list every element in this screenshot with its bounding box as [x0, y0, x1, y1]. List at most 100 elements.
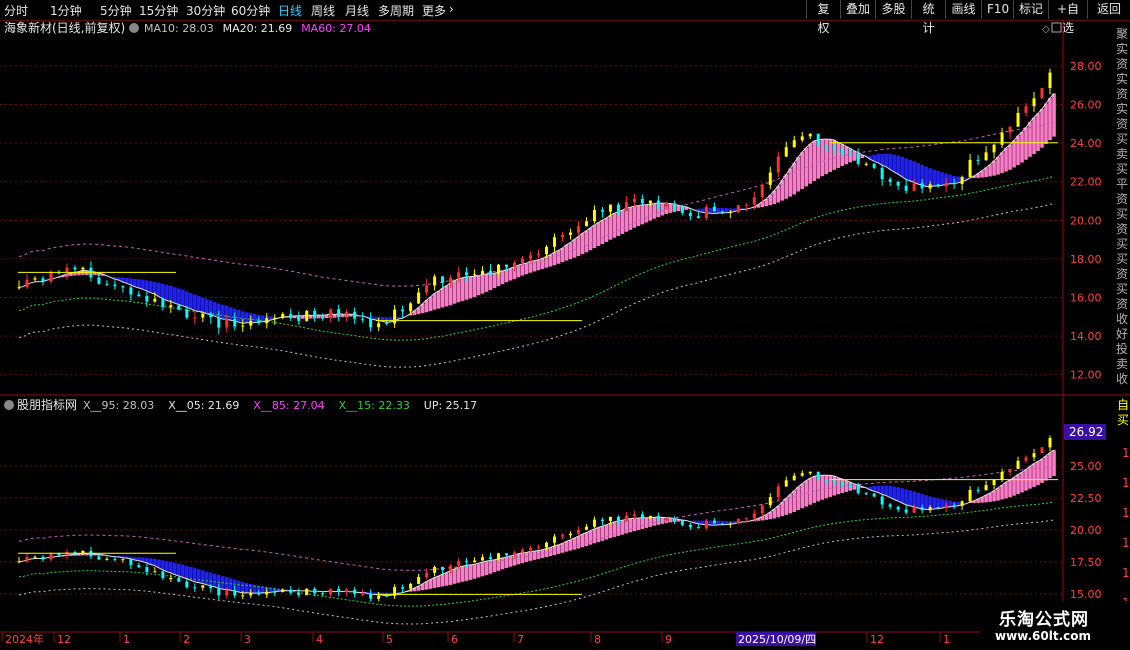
candle-body [584, 526, 588, 530]
candle-body [353, 311, 357, 319]
candle-body [704, 520, 708, 529]
candle-body [401, 309, 405, 312]
candle-body [872, 163, 876, 168]
candle-body [1000, 471, 1004, 480]
more-chevron-icon[interactable]: › [449, 2, 454, 16]
sub-legend-item-1: X__05: 21.69 [168, 399, 239, 412]
candle-body [928, 507, 932, 511]
y-tick-label: 22.50 [1070, 492, 1102, 505]
period-tab-5[interactable]: 60分钟 [231, 2, 270, 19]
candle-body [321, 317, 325, 319]
period-tab-9[interactable]: 多周期 [378, 2, 414, 19]
candle-body [1024, 457, 1028, 461]
period-tab-10[interactable]: 更多 [422, 2, 446, 19]
toolbar-button-4[interactable]: 画线 [945, 0, 981, 19]
candle-body [305, 310, 309, 321]
candle-body [433, 566, 437, 573]
candle-body [632, 198, 636, 203]
candle-body [624, 515, 628, 522]
kline-chart[interactable]: 28.00 26.00 24.00 22.00 20.00 18.00 16.00 14.00… [0, 20, 1130, 650]
candle-body [600, 519, 604, 522]
toolbar-button-5[interactable]: F10 [981, 0, 1013, 19]
green-channel-line [18, 175, 1055, 341]
sub-chart-title: 股朋指标网 [17, 397, 77, 412]
candle-body [249, 320, 253, 326]
candle-body [1024, 106, 1028, 113]
chart-settings-icon [129, 23, 139, 33]
toolbar-button-6[interactable]: 标记 [1013, 0, 1048, 19]
candle-body [233, 319, 237, 327]
candle-body [137, 294, 141, 296]
time-axis-label: 6 [451, 633, 458, 646]
candle-body [25, 279, 29, 288]
period-tab-7[interactable]: 周线 [311, 2, 335, 19]
candle-body [425, 285, 429, 293]
candle-body [784, 480, 788, 487]
panel-maximize-icon [1051, 22, 1062, 33]
candle-body [481, 557, 485, 561]
candle-body [513, 262, 517, 267]
period-tab-2[interactable]: 5分钟 [100, 2, 132, 19]
candle-body [177, 577, 181, 582]
toolbar-button-2[interactable]: 多股 [875, 0, 911, 19]
candle-body [1008, 126, 1012, 133]
candle-body [385, 595, 389, 597]
toolbar-button-0[interactable]: 复权 [806, 0, 840, 35]
period-tab-8[interactable]: 月线 [345, 2, 369, 19]
candle-body [129, 287, 133, 295]
candle-body [41, 556, 45, 560]
sub-strip-char: 1 [1122, 476, 1130, 490]
candle-body [33, 556, 37, 558]
candle-body [313, 588, 317, 594]
toolbar-button-3[interactable]: 统计 [911, 0, 945, 35]
candle-body [121, 559, 125, 561]
candle-body [129, 559, 133, 565]
candle-body [816, 133, 820, 147]
time-axis-label: 4 [316, 633, 323, 646]
candle-body [720, 211, 724, 213]
candle-body [361, 593, 365, 595]
period-tab-6[interactable]: 日线 [278, 2, 302, 19]
candle-body [145, 295, 149, 302]
candle-body [1048, 72, 1052, 89]
candle-body [864, 493, 868, 495]
candle-body [361, 318, 365, 320]
candle-body [513, 552, 517, 556]
candle-body [992, 479, 996, 485]
period-tab-3[interactable]: 15分钟 [139, 2, 178, 19]
candle-body [457, 561, 461, 566]
candle-body [49, 553, 53, 560]
candle-body [568, 533, 572, 536]
sub-legend-item-4: UP: 25.17 [424, 399, 477, 412]
candle-body [185, 309, 189, 318]
candle-body [57, 553, 61, 556]
candle-body [568, 232, 572, 235]
period-tab-4[interactable]: 30分钟 [186, 2, 225, 19]
period-tab-1[interactable]: 1分钟 [50, 2, 82, 19]
candle-body [177, 305, 181, 310]
candle-body [305, 588, 309, 596]
panel-0-layer [17, 68, 1058, 368]
candle-body [536, 547, 540, 549]
candle-body [856, 486, 860, 494]
right-strip-char: 资 [1116, 267, 1128, 281]
toolbar-button-1[interactable]: 叠加 [840, 0, 875, 19]
candle-body [712, 520, 716, 524]
candle-body [592, 519, 596, 527]
candle-body [241, 325, 245, 327]
candle-body [321, 593, 325, 595]
toolbar-button-7[interactable]: +自选 [1048, 0, 1087, 35]
candle-body [497, 553, 501, 560]
sub-legend-item-3: X__15: 22.33 [339, 399, 410, 412]
candle-body [433, 276, 437, 286]
candle-body [289, 313, 293, 319]
y-tick-label: 22.00 [1070, 176, 1102, 189]
toolbar-button-8[interactable]: 返回 [1087, 0, 1130, 19]
candle-body [552, 237, 556, 247]
candle-body [161, 571, 165, 579]
candle-body [752, 513, 756, 519]
candle-body [289, 589, 293, 593]
period-tab-0[interactable]: 分时 [4, 2, 28, 19]
candle-body [265, 318, 269, 324]
candle-body [888, 504, 892, 507]
